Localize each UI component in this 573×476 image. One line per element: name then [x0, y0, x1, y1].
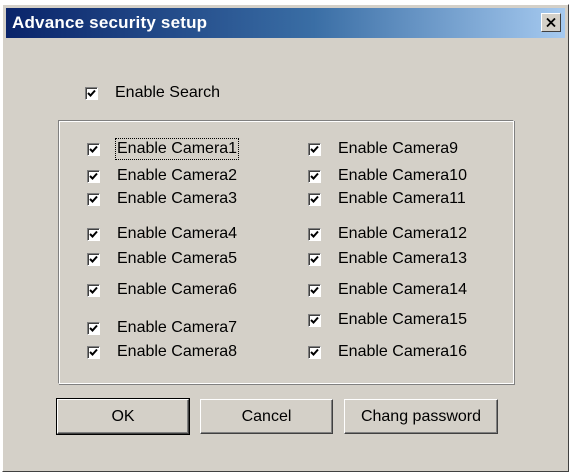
enable-search-option[interactable]: Enable Search — [85, 84, 220, 102]
checkmark-icon — [310, 172, 319, 180]
camera-4-label: Enable Camera4 — [117, 225, 238, 242]
camera-14-checkbox[interactable] — [308, 283, 321, 297]
camera-11-option[interactable]: Enable Camera11 — [308, 190, 466, 208]
camera-9-option[interactable]: Enable Camera9 — [308, 140, 458, 158]
camera-3-checkbox[interactable] — [87, 192, 100, 206]
camera-8-label: Enable Camera8 — [117, 343, 238, 360]
close-icon — [546, 18, 556, 27]
camera-16-option[interactable]: Enable Camera16 — [308, 343, 467, 361]
camera-5-option[interactable]: Enable Camera5 — [87, 250, 237, 268]
ok-button[interactable]: OK — [56, 398, 190, 435]
security-dialog: Advance security setup Enable Search Ena… — [2, 4, 569, 472]
checkmark-icon — [310, 195, 319, 203]
enable-search-label: Enable Search — [115, 84, 220, 101]
camera-5-label: Enable Camera5 — [117, 250, 238, 267]
camera-2-label: Enable Camera2 — [117, 167, 238, 184]
checkmark-icon — [310, 286, 319, 294]
camera-6-option[interactable]: Enable Camera6 — [87, 281, 237, 299]
camera-3-option[interactable]: Enable Camera3 — [87, 190, 237, 208]
camera-1-option[interactable]: Enable Camera1 — [87, 138, 240, 160]
camera-5-checkbox[interactable] — [87, 252, 100, 266]
camera-13-label: Enable Camera13 — [338, 250, 467, 267]
camera-12-option[interactable]: Enable Camera12 — [308, 225, 467, 243]
camera-13-option[interactable]: Enable Camera13 — [308, 250, 467, 268]
camera-16-checkbox[interactable] — [308, 345, 321, 359]
camera-4-option[interactable]: Enable Camera4 — [87, 225, 237, 243]
checkmark-icon — [89, 324, 98, 332]
camera-4-checkbox[interactable] — [87, 227, 100, 241]
camera-2-checkbox[interactable] — [87, 169, 100, 183]
checkmark-icon — [310, 316, 319, 324]
camera-1-label: Enable Camera1 — [114, 138, 240, 160]
camera-9-label: Enable Camera9 — [338, 140, 459, 157]
camera-7-label: Enable Camera7 — [117, 319, 238, 336]
camera-13-checkbox[interactable] — [308, 252, 321, 266]
checkmark-icon — [89, 230, 98, 238]
camera-12-label: Enable Camera12 — [338, 225, 467, 242]
checkmark-icon — [89, 145, 98, 153]
checkmark-icon — [310, 348, 319, 356]
camera-15-option[interactable]: Enable Camera15 — [308, 311, 467, 329]
camera-7-checkbox[interactable] — [87, 321, 100, 335]
camera-10-label: Enable Camera10 — [338, 167, 467, 184]
camera-6-checkbox[interactable] — [87, 283, 100, 297]
checkmark-icon — [89, 255, 98, 263]
change-password-button[interactable]: Chang password — [344, 399, 498, 434]
camera-10-option[interactable]: Enable Camera10 — [308, 167, 467, 185]
camera-12-checkbox[interactable] — [308, 227, 321, 241]
cancel-button[interactable]: Cancel — [200, 399, 333, 434]
camera-8-checkbox[interactable] — [87, 345, 100, 359]
enable-search-checkbox[interactable] — [85, 86, 98, 100]
camera-15-checkbox[interactable] — [308, 313, 321, 327]
camera-11-label: Enable Camera11 — [338, 190, 466, 207]
camera-8-option[interactable]: Enable Camera8 — [87, 343, 237, 361]
checkmark-icon — [310, 255, 319, 263]
checkmark-icon — [89, 195, 98, 203]
camera-11-checkbox[interactable] — [308, 192, 321, 206]
camera-15-label: Enable Camera15 — [338, 311, 467, 328]
camera-10-checkbox[interactable] — [308, 169, 321, 183]
dialog-title: Advance security setup — [12, 13, 208, 32]
checkmark-icon — [87, 89, 96, 97]
checkmark-icon — [89, 286, 98, 294]
camera-2-option[interactable]: Enable Camera2 — [87, 167, 237, 185]
camera-3-label: Enable Camera3 — [117, 190, 238, 207]
camera-14-label: Enable Camera14 — [338, 281, 467, 298]
camera-1-checkbox[interactable] — [87, 142, 100, 156]
checkmark-icon — [310, 230, 319, 238]
checkmark-icon — [89, 348, 98, 356]
camera-16-label: Enable Camera16 — [338, 343, 467, 360]
camera-9-checkbox[interactable] — [308, 142, 321, 156]
camera-7-option[interactable]: Enable Camera7 — [87, 319, 237, 337]
camera-6-label: Enable Camera6 — [117, 281, 238, 298]
checkmark-icon — [310, 145, 319, 153]
checkmark-icon — [89, 172, 98, 180]
close-button[interactable] — [541, 13, 561, 32]
camera-14-option[interactable]: Enable Camera14 — [308, 281, 467, 299]
title-bar[interactable]: Advance security setup — [6, 8, 565, 38]
